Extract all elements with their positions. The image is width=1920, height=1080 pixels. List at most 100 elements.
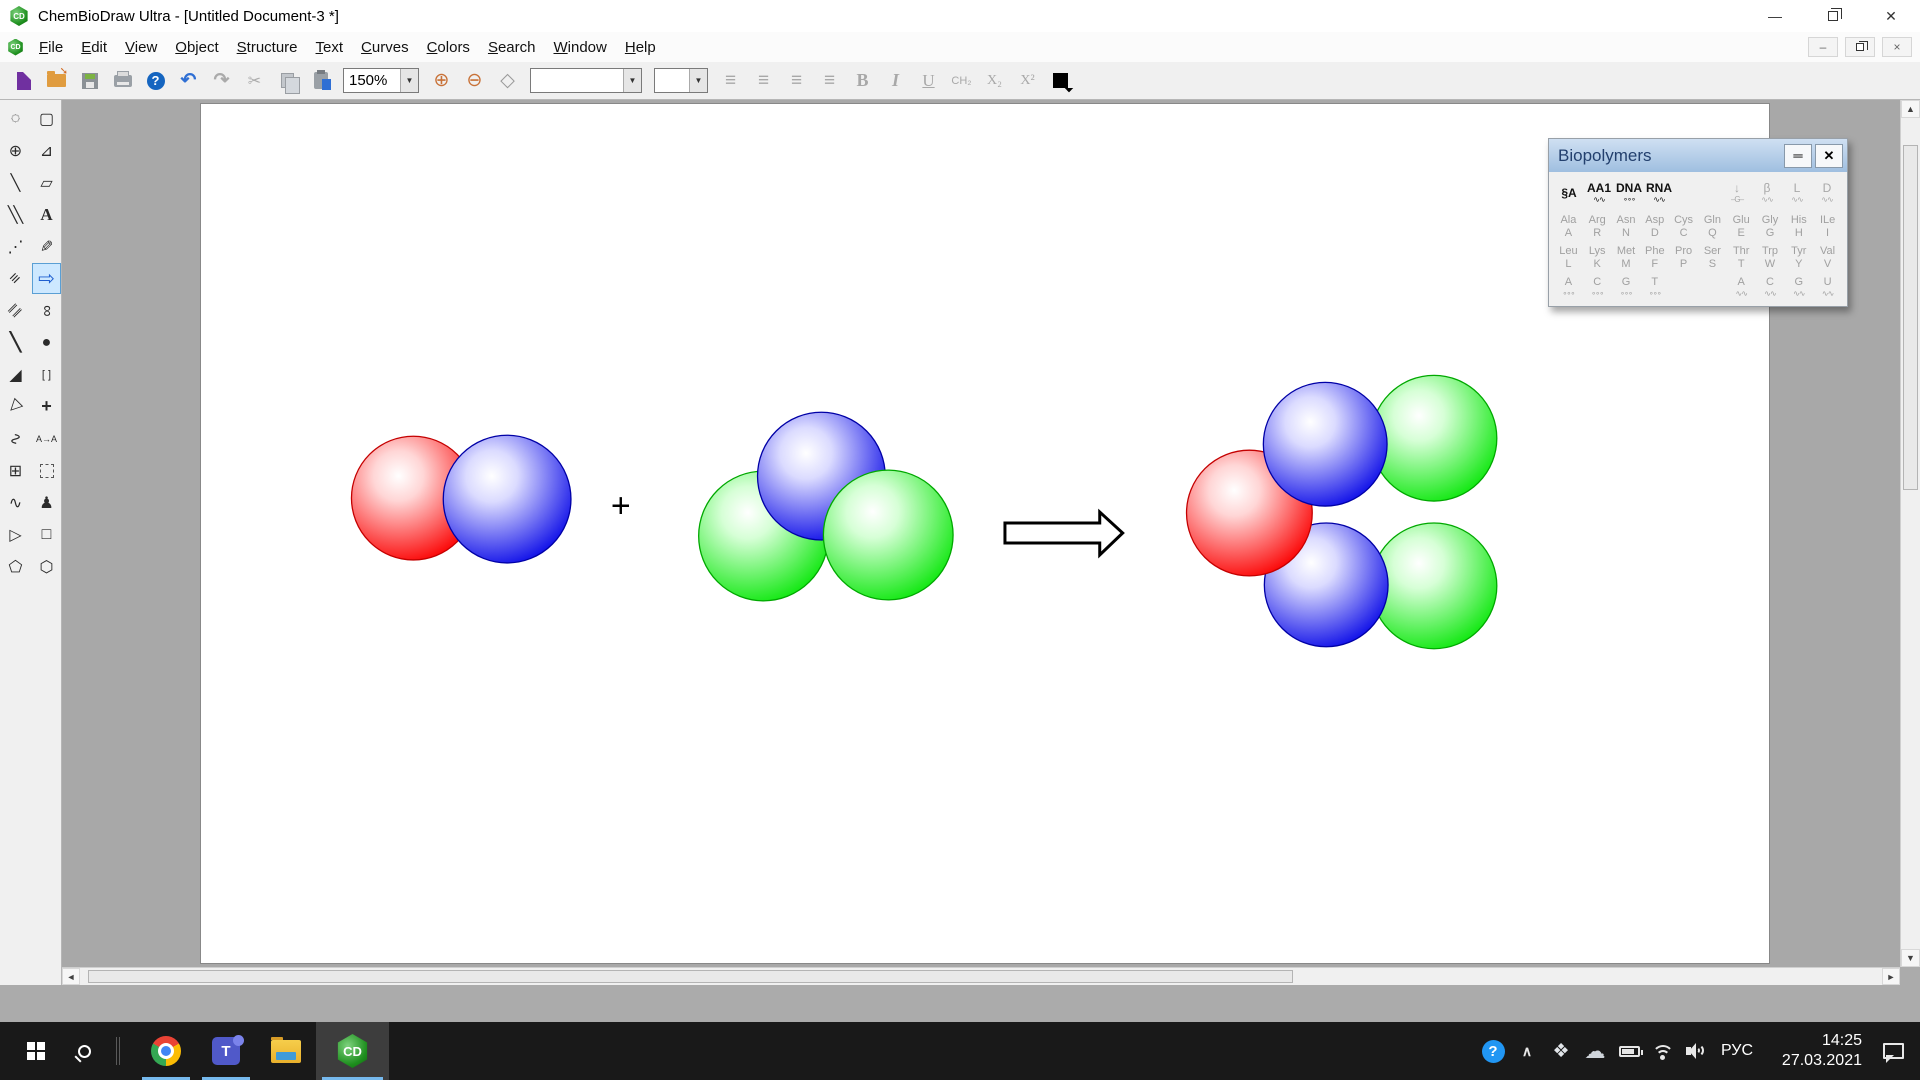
- new-document-button[interactable]: [8, 66, 39, 95]
- superscript-button[interactable]: X²: [1012, 66, 1043, 95]
- font-size-combo[interactable]: ▼: [654, 68, 708, 93]
- hollow-wedge-tool[interactable]: ▷: [1, 391, 30, 422]
- taskbar-clock[interactable]: 14:25 27.03.2021: [1766, 1031, 1862, 1071]
- l-amino-tool[interactable]: L∿∿: [1782, 182, 1812, 204]
- zoom-level-combo[interactable]: 150% ▼: [343, 68, 419, 93]
- zoom-in-button[interactable]: ⊕: [426, 66, 457, 95]
- nucleotide-a[interactable]: A∿∿: [1727, 275, 1756, 300]
- taskbar-app-chrome[interactable]: [136, 1022, 196, 1080]
- size-dropdown-arrow-icon[interactable]: ▼: [689, 69, 707, 92]
- polymer-draw-tool[interactable]: ∿: [1, 487, 30, 518]
- menu-help[interactable]: Help: [616, 35, 665, 60]
- perspective-tool[interactable]: ⊿: [32, 135, 61, 166]
- lasso-tool[interactable]: ◌: [1, 103, 30, 134]
- multiple-bond-tool[interactable]: ╲╲: [1, 199, 30, 230]
- menu-search[interactable]: Search: [479, 35, 545, 60]
- underline-button[interactable]: U: [913, 66, 944, 95]
- blue-sphere[interactable]: [443, 435, 571, 563]
- arrow-tool[interactable]: ⇨: [32, 263, 61, 294]
- scroll-up-arrow-icon[interactable]: ▲: [1901, 100, 1920, 118]
- dashed-marquee-tool[interactable]: [32, 455, 61, 486]
- wedge-bond-tool[interactable]: ◢: [1, 359, 30, 390]
- action-center-button[interactable]: [1876, 1022, 1910, 1080]
- language-indicator[interactable]: РУС: [1714, 1042, 1760, 1060]
- eraser-tool[interactable]: ▱: [32, 167, 61, 198]
- nucleotide-a[interactable]: A∘∘∘: [1554, 275, 1583, 300]
- biopolymers-close-button[interactable]: ✕: [1815, 144, 1843, 168]
- amino-acid-glu[interactable]: GluE: [1727, 213, 1756, 242]
- amino-acid-gly[interactable]: GlyG: [1756, 213, 1785, 242]
- amino-acid-asp[interactable]: AspD: [1640, 213, 1669, 242]
- open-folder-button[interactable]: [41, 66, 72, 95]
- horizontal-scrollbar[interactable]: ◄ ►: [62, 967, 1900, 985]
- font-dropdown-arrow-icon[interactable]: ▼: [623, 69, 641, 92]
- redo-button[interactable]: ↷: [206, 66, 237, 95]
- reaction-arrow[interactable]: [1005, 512, 1123, 555]
- restore-button[interactable]: [1804, 0, 1862, 32]
- document-minimize-button[interactable]: –: [1808, 37, 1838, 57]
- save-button[interactable]: [74, 66, 105, 95]
- dna-tool[interactable]: DNA∘∘∘: [1614, 182, 1644, 204]
- menu-window[interactable]: Window: [544, 35, 615, 60]
- amino-acid-lys[interactable]: LysK: [1583, 244, 1612, 273]
- taskbar-app-chemdraw[interactable]: CD: [316, 1022, 389, 1080]
- solid-bond-tool[interactable]: ╲: [1, 167, 30, 198]
- undo-button[interactable]: ↶: [173, 66, 204, 95]
- chemical-symbol-tool[interactable]: +: [32, 391, 61, 422]
- color-swatch-button[interactable]: [1045, 66, 1076, 95]
- nucleotide-c[interactable]: C∘∘∘: [1583, 275, 1612, 300]
- subscript-button[interactable]: X₂: [979, 66, 1010, 95]
- tray-overflow-button[interactable]: ∧: [1510, 1022, 1544, 1080]
- nucleotide-u[interactable]: U∿∿: [1813, 275, 1842, 300]
- copy-button[interactable]: [272, 66, 303, 95]
- rectangle-tool[interactable]: □: [32, 519, 61, 550]
- protein-sequence-tool[interactable]: §A: [1554, 187, 1584, 200]
- nucleotide-t[interactable]: T∘∘∘: [1640, 275, 1669, 300]
- menu-structure[interactable]: Structure: [228, 35, 307, 60]
- amino-acid-val[interactable]: ValV: [1813, 244, 1842, 273]
- tray-volume-button[interactable]: [1680, 1022, 1714, 1080]
- formula-button[interactable]: CH₂: [946, 66, 977, 95]
- hexagon-tool[interactable]: ⬡: [32, 551, 61, 582]
- scroll-left-arrow-icon[interactable]: ◄: [62, 968, 80, 985]
- zoom-dropdown-arrow-icon[interactable]: ▼: [400, 69, 418, 92]
- blue-sphere[interactable]: [1263, 382, 1387, 506]
- amino-acid-ile[interactable]: ILeI: [1813, 213, 1842, 242]
- side-chain-tool[interactable]: ↓–G–: [1722, 182, 1752, 204]
- align-left-button[interactable]: ≡: [715, 66, 746, 95]
- amino-acid-tyr[interactable]: TyrY: [1784, 244, 1813, 273]
- close-button[interactable]: ✕: [1862, 0, 1920, 32]
- menu-view[interactable]: View: [116, 35, 166, 60]
- plus-sign[interactable]: +: [611, 487, 631, 525]
- green-sphere[interactable]: [1371, 523, 1497, 649]
- align-justify-button[interactable]: ≡: [814, 66, 845, 95]
- print-button[interactable]: [107, 66, 138, 95]
- amino-acid-ser[interactable]: SerS: [1698, 244, 1727, 273]
- menu-curves[interactable]: Curves: [352, 35, 418, 60]
- amino-acid-trp[interactable]: TrpW: [1756, 244, 1785, 273]
- menu-file[interactable]: File: [30, 35, 72, 60]
- scroll-down-arrow-icon[interactable]: ▼: [1901, 949, 1920, 967]
- tray-help-button[interactable]: ?: [1476, 1022, 1510, 1080]
- menu-object[interactable]: Object: [166, 35, 227, 60]
- biopolymers-collapse-button[interactable]: ═: [1784, 144, 1812, 168]
- menu-edit[interactable]: Edit: [72, 35, 116, 60]
- amino-acid-asn[interactable]: AsnN: [1612, 213, 1641, 242]
- d-amino-tool[interactable]: D∿∿: [1812, 182, 1842, 204]
- taskbar-app-explorer[interactable]: [256, 1022, 316, 1080]
- amino-acid-pro[interactable]: ProP: [1669, 244, 1698, 273]
- horizontal-scroll-thumb[interactable]: [88, 970, 1293, 983]
- paste-button[interactable]: [305, 66, 336, 95]
- italic-button[interactable]: I: [880, 66, 911, 95]
- table-tool[interactable]: ⊞: [1, 455, 30, 486]
- scroll-right-arrow-icon[interactable]: ►: [1882, 968, 1900, 985]
- tray-dropbox-button[interactable]: ❖: [1544, 1022, 1578, 1080]
- menu-text[interactable]: Text: [307, 35, 353, 60]
- taskbar-search-button[interactable]: [60, 1022, 108, 1080]
- zoom-out-button[interactable]: ⊖: [459, 66, 490, 95]
- orbit-select-tool[interactable]: ⊕: [1, 135, 30, 166]
- help-button[interactable]: ?: [140, 66, 171, 95]
- sphere-tool[interactable]: ●: [32, 327, 61, 358]
- tray-onedrive-button[interactable]: ☁: [1578, 1022, 1612, 1080]
- hash-bond-tool[interactable]: ∥∥: [1, 295, 30, 326]
